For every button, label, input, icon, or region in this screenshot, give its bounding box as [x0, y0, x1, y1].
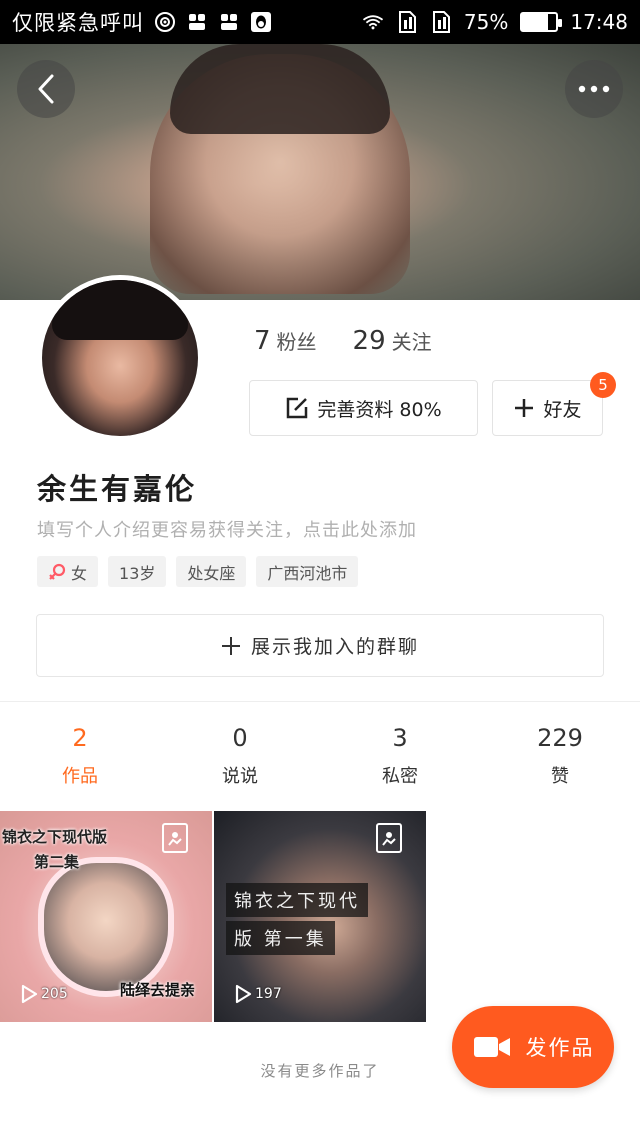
play-icon — [235, 984, 252, 1004]
back-button[interactable] — [17, 60, 75, 118]
sim1-icon — [396, 11, 418, 33]
play-count: 205 — [20, 984, 68, 1004]
works-grid: 锦衣之下现代版 第二集 陆绎去提亲 205 锦衣之下现代 版 第一集 197 — [0, 811, 426, 1022]
work-caption-line2: 版 第一集 — [226, 921, 335, 955]
tab-count: 229 — [537, 724, 583, 752]
plus-icon — [221, 636, 240, 655]
complete-profile-button[interactable]: 完善资料 80% — [249, 380, 478, 436]
tab-label: 作品 — [62, 766, 98, 787]
username: 余生有嘉伦 — [37, 472, 198, 506]
battery-fill — [522, 14, 548, 30]
play-count-value: 197 — [255, 986, 282, 1002]
location-tag: 广西河池市 — [256, 556, 359, 587]
carrier-text: 仅限紧急呼叫 — [12, 11, 144, 35]
tab-label: 私密 — [382, 766, 418, 787]
work-title-line1: 锦衣之下现代版 — [2, 828, 108, 846]
gender-tag: 女 — [37, 556, 99, 587]
profile-tabs: 2 作品 0 说说 3 私密 229 赞 — [0, 724, 640, 788]
zodiac-label: 处女座 — [187, 563, 236, 583]
tab-label: 说说 — [222, 766, 258, 787]
hotspot-icon — [154, 11, 176, 33]
status-right: 75% 17:48 — [362, 10, 628, 34]
followers-count: 7 — [254, 326, 271, 356]
status-left: 仅限紧急呼叫 — [12, 7, 272, 37]
show-groups-button[interactable]: 展示我加入的群聊 — [36, 614, 604, 677]
location-label: 广西河池市 — [267, 563, 348, 583]
followers-label: 粉丝 — [276, 330, 317, 354]
followers-stat[interactable]: 7 粉丝 — [254, 326, 317, 356]
avatar-hair — [52, 280, 188, 340]
work-item[interactable]: 锦衣之下现代 版 第一集 197 — [214, 811, 426, 1022]
tab-label: 赞 — [551, 766, 569, 787]
play-count: 197 — [234, 984, 282, 1004]
section-divider — [0, 701, 640, 702]
tab-count: 0 — [232, 724, 248, 752]
following-stat[interactable]: 29 关注 — [353, 326, 432, 356]
tab-likes[interactable]: 229 赞 — [480, 724, 640, 788]
work-item[interactable]: 锦衣之下现代版 第二集 陆绎去提亲 205 — [0, 811, 212, 1022]
female-icon — [49, 563, 66, 580]
work-title: 锦衣之下现代版 第二集 — [2, 825, 107, 875]
friends-label: 好友 — [543, 398, 582, 421]
more-dots-icon — [578, 85, 610, 93]
zodiac-tag: 处女座 — [176, 556, 247, 587]
bio-placeholder[interactable]: 填写个人介绍更容易获得关注，点击此处添加 — [37, 516, 417, 542]
tab-works[interactable]: 2 作品 — [0, 724, 160, 788]
bluesignal-icon — [218, 11, 240, 33]
chevron-left-icon — [38, 74, 54, 104]
work-thumbnail-heart — [38, 857, 174, 997]
follow-counts: 7 粉丝 29 关注 — [254, 326, 432, 356]
friends-badge: 5 — [590, 372, 616, 398]
play-count-value: 205 — [41, 986, 68, 1002]
cover-hair — [170, 44, 390, 134]
clock: 17:48 — [570, 10, 628, 34]
post-work-label: 发作品 — [525, 1036, 595, 1060]
cover-image[interactable] — [0, 44, 640, 300]
gallery-icon — [376, 823, 402, 853]
following-count: 29 — [352, 326, 386, 356]
tab-private[interactable]: 3 私密 — [320, 724, 480, 788]
following-label: 关注 — [391, 330, 432, 354]
tab-posts[interactable]: 0 说说 — [160, 724, 320, 788]
age-tag: 13岁 — [108, 556, 167, 587]
friends-button[interactable]: 好友 — [492, 380, 603, 436]
more-button[interactable] — [565, 60, 623, 118]
work-caption: 陆绎去提亲 — [120, 981, 196, 999]
battery-percent: 75% — [463, 10, 509, 34]
age-label: 13岁 — [119, 563, 156, 583]
complete-profile-label: 完善资料 80% — [317, 398, 442, 421]
battery-icon — [520, 12, 563, 32]
gender-label: 女 — [71, 563, 88, 583]
work-caption: 锦衣之下现代 版 第一集 — [226, 883, 368, 959]
tab-count: 3 — [392, 724, 408, 752]
qq-icon — [250, 11, 272, 33]
work-caption-line1: 锦衣之下现代 — [226, 883, 368, 917]
work-title-line2: 第二集 — [34, 853, 80, 871]
avatar[interactable] — [37, 275, 203, 441]
show-groups-label: 展示我加入的群聊 — [250, 636, 419, 658]
gallery-icon — [162, 823, 188, 853]
tab-count: 2 — [72, 724, 88, 752]
wifi-icon — [362, 11, 384, 33]
edit-icon — [287, 397, 308, 419]
profile-tags: 女 13岁 处女座 广西河池市 — [37, 556, 359, 587]
avatar-image — [42, 280, 198, 436]
bluesignal-icon — [186, 11, 208, 33]
post-work-button[interactable]: 发作品 — [452, 1006, 614, 1088]
status-bar: 仅限紧急呼叫 75% 17:48 — [0, 0, 640, 44]
video-camera-icon — [473, 1037, 510, 1057]
plus-icon — [515, 399, 534, 417]
sim2-icon — [430, 11, 452, 33]
play-icon — [21, 984, 38, 1004]
